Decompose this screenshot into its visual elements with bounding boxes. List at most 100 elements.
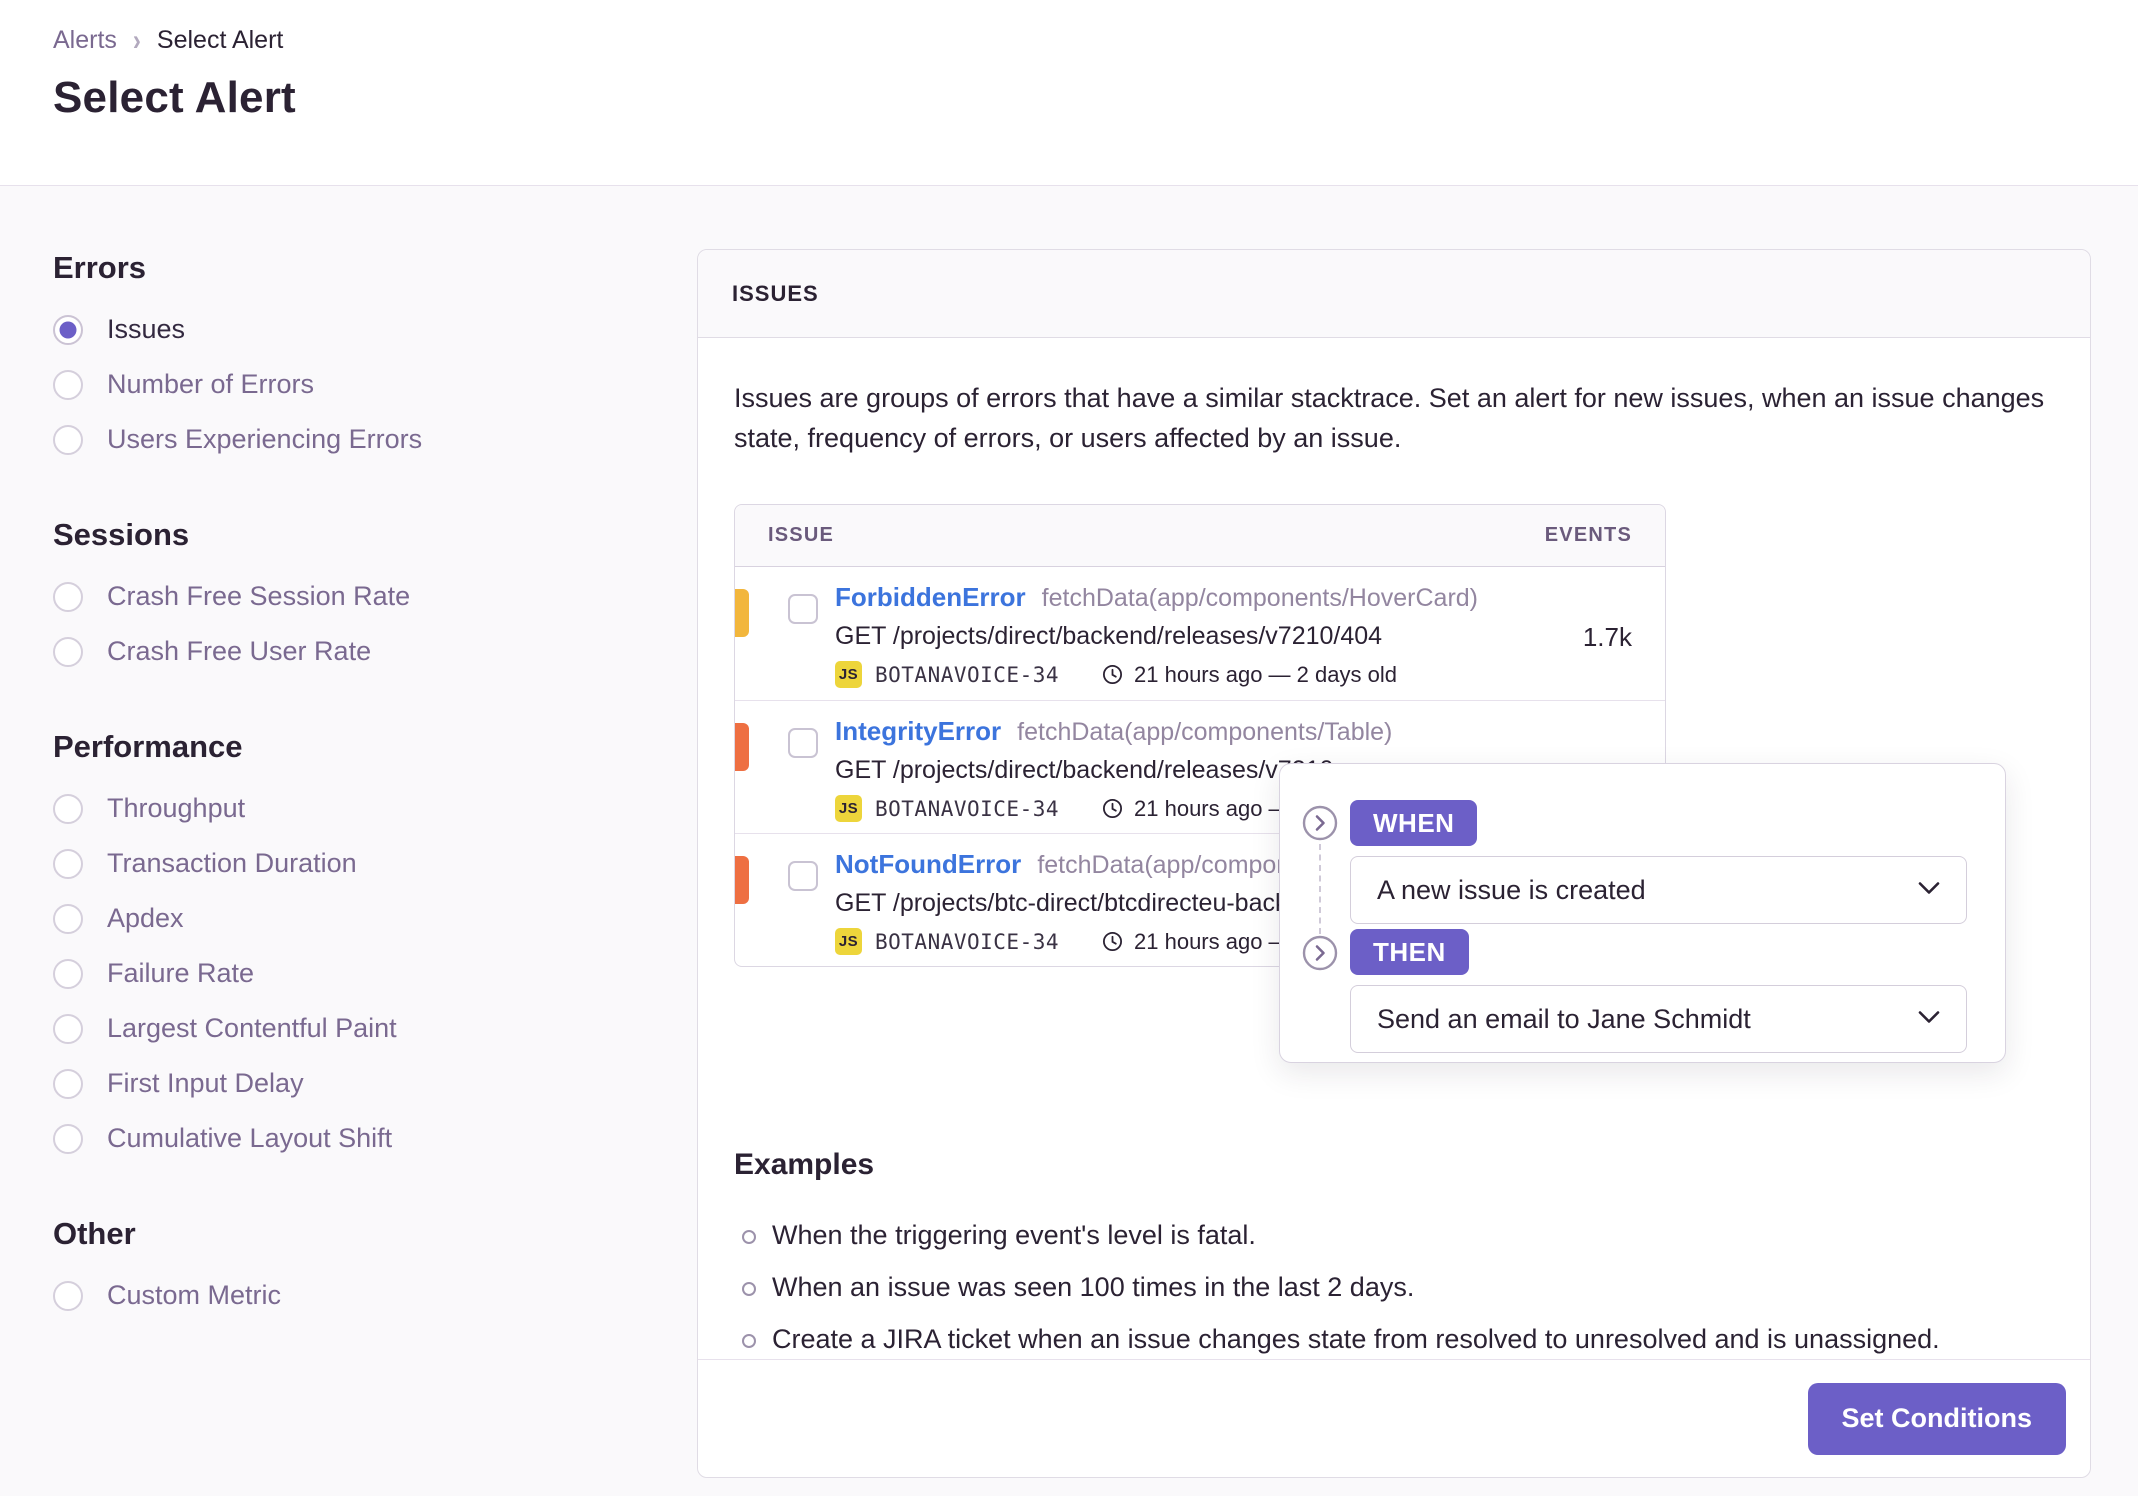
column-header-events: EVENTS <box>1544 524 1632 546</box>
issue-culprit: fetchData(app/components/HoverCard) <box>1041 584 1478 612</box>
when-condition-select[interactable]: A new issue is created <box>1350 856 1967 924</box>
sidebar-option-label: Issues <box>107 314 186 344</box>
radio-button[interactable] <box>53 848 83 879</box>
radio-button[interactable] <box>53 1068 83 1099</box>
platform-javascript-badge: JS <box>835 795 862 822</box>
then-badge: THEN <box>1350 929 1469 975</box>
sidebar-option-label: Crash Free Session Rate <box>107 581 411 611</box>
panel-header-label: ISSUES <box>732 280 819 306</box>
platform-javascript-badge: JS <box>835 661 862 688</box>
issue-row: ForbiddenError fetchData(app/components/… <box>735 567 1665 700</box>
sidebar-section-sessions: Sessions Crash Free Session Rate Crash F… <box>53 515 653 679</box>
sidebar-section-errors: Errors Issues Number of Errors Users Exp… <box>53 248 653 467</box>
sidebar-option[interactable]: Transaction Duration <box>53 836 653 891</box>
issue-checkbox[interactable] <box>788 594 818 624</box>
alert-type-sidebar: Errors Issues Number of Errors Users Exp… <box>53 248 653 1323</box>
circle-chevron-right-icon <box>1302 935 1338 971</box>
sidebar-option[interactable]: Largest Contentful Paint <box>53 1001 653 1056</box>
chevron-down-icon <box>1918 1010 1940 1029</box>
sidebar-option[interactable]: Apdex <box>53 891 653 946</box>
panel-footer: Set Conditions <box>698 1359 2090 1477</box>
radio-button[interactable] <box>53 424 83 455</box>
sidebar-option-label: Custom Metric <box>107 1280 282 1310</box>
issue-title-link[interactable]: NotFoundError <box>835 849 1021 880</box>
then-action-value: Send an email to Jane Schmidt <box>1377 1003 1751 1034</box>
radio-button[interactable] <box>53 581 83 612</box>
project-slug: BOTANAVOICE-34 <box>875 796 1060 821</box>
chevron-right-icon: › <box>132 23 141 57</box>
issue-events-count: 1.7k <box>1582 622 1632 652</box>
column-header-issue: ISSUE <box>768 524 835 546</box>
radio-button[interactable] <box>53 636 83 667</box>
examples-heading: Examples <box>734 1148 875 1181</box>
issues-panel: ISSUES Issues are groups of errors that … <box>697 249 2091 1478</box>
issue-level-bar <box>735 856 749 904</box>
breadcrumb-alerts-link[interactable]: Alerts <box>53 26 117 55</box>
panel-header: ISSUES <box>698 250 2090 338</box>
sidebar-option-label: Largest Contentful Paint <box>107 1013 397 1043</box>
when-condition-value: A new issue is created <box>1377 874 1646 905</box>
radio-button[interactable] <box>53 1280 83 1311</box>
radio-button[interactable] <box>53 369 83 400</box>
sidebar-option[interactable]: Users Experiencing Errors <box>53 412 653 467</box>
set-conditions-button[interactable]: Set Conditions <box>1807 1382 2066 1455</box>
section-heading: Other <box>53 1216 136 1251</box>
issue-checkbox[interactable] <box>788 728 818 758</box>
issue-meta: JS BOTANAVOICE-34 21 hours ago — 2 days … <box>835 661 1665 688</box>
section-heading: Sessions <box>53 517 190 552</box>
issue-level-bar <box>735 723 749 771</box>
sidebar-option[interactable]: Number of Errors <box>53 357 653 412</box>
circle-chevron-right-icon <box>1302 805 1338 841</box>
sidebar-option-label: Failure Rate <box>107 958 255 988</box>
breadcrumb-current: Select Alert <box>156 26 284 54</box>
section-heading: Performance <box>53 729 243 764</box>
when-badge: WHEN <box>1350 800 1478 846</box>
dashed-connector <box>1319 844 1321 934</box>
breadcrumb: Alerts › Select Alert <box>53 23 2138 57</box>
sidebar-option-label: Number of Errors <box>107 369 315 399</box>
sidebar-option-label: Apdex <box>107 903 184 933</box>
project-slug: BOTANAVOICE-34 <box>875 662 1060 687</box>
clock-icon <box>1101 663 1124 686</box>
issues-description: Issues are groups of errors that have a … <box>734 383 2045 453</box>
radio-button[interactable] <box>53 314 83 345</box>
project-slug: BOTANAVOICE-34 <box>875 929 1060 954</box>
radio-button[interactable] <box>53 1123 83 1154</box>
radio-button[interactable] <box>53 1013 83 1044</box>
clock-icon <box>1101 797 1124 820</box>
sidebar-option-label: Crash Free User Rate <box>107 636 372 666</box>
sidebar-option[interactable]: Failure Rate <box>53 946 653 1001</box>
example-item: Create a JIRA ticket when an issue chang… <box>734 1313 2054 1365</box>
issue-title-link[interactable]: ForbiddenError <box>835 582 1026 613</box>
then-action-select[interactable]: Send an email to Jane Schmidt <box>1350 985 1967 1053</box>
issue-title-link[interactable]: IntegrityError <box>835 716 1001 747</box>
sidebar-option[interactable]: Throughput <box>53 781 653 836</box>
select-alert-page: Alerts › Select Alert Select Alert Error… <box>0 0 2138 1496</box>
sidebar-option-label: Throughput <box>107 793 246 823</box>
issue-transaction: GET /projects/direct/backend/releases/v7… <box>835 622 1383 650</box>
sidebar-option[interactable]: First Input Delay <box>53 1056 653 1111</box>
sidebar-option[interactable]: Issues <box>53 302 653 357</box>
radio-button[interactable] <box>53 793 83 824</box>
sidebar-section-performance: Performance Throughput Transaction Durat… <box>53 727 653 1166</box>
sidebar-option-label: Users Experiencing Errors <box>107 424 423 454</box>
sidebar-option-label: Transaction Duration <box>107 848 357 878</box>
sidebar-option[interactable]: Crash Free Session Rate <box>53 569 653 624</box>
chevron-down-icon <box>1918 881 1940 900</box>
when-then-overlay-card: WHEN A new issue is created THEN Send an… <box>1279 763 2006 1063</box>
page-header: Alerts › Select Alert Select Alert <box>0 0 2138 186</box>
sidebar-section-other: Other Custom Metric <box>53 1214 653 1323</box>
table-header-row: ISSUE EVENTS <box>735 505 1665 567</box>
issue-level-bar <box>735 589 749 637</box>
page-title: Select Alert <box>53 73 296 122</box>
radio-button[interactable] <box>53 903 83 934</box>
sidebar-option-label: First Input Delay <box>107 1068 304 1098</box>
sidebar-option[interactable]: Cumulative Layout Shift <box>53 1111 653 1166</box>
sidebar-option[interactable]: Crash Free User Rate <box>53 624 653 679</box>
example-item: When an issue was seen 100 times in the … <box>734 1261 2054 1313</box>
radio-button[interactable] <box>53 958 83 989</box>
clock-icon <box>1101 930 1124 953</box>
sidebar-option[interactable]: Custom Metric <box>53 1268 653 1323</box>
sidebar-option-label: Cumulative Layout Shift <box>107 1123 393 1153</box>
issue-checkbox[interactable] <box>788 861 818 891</box>
